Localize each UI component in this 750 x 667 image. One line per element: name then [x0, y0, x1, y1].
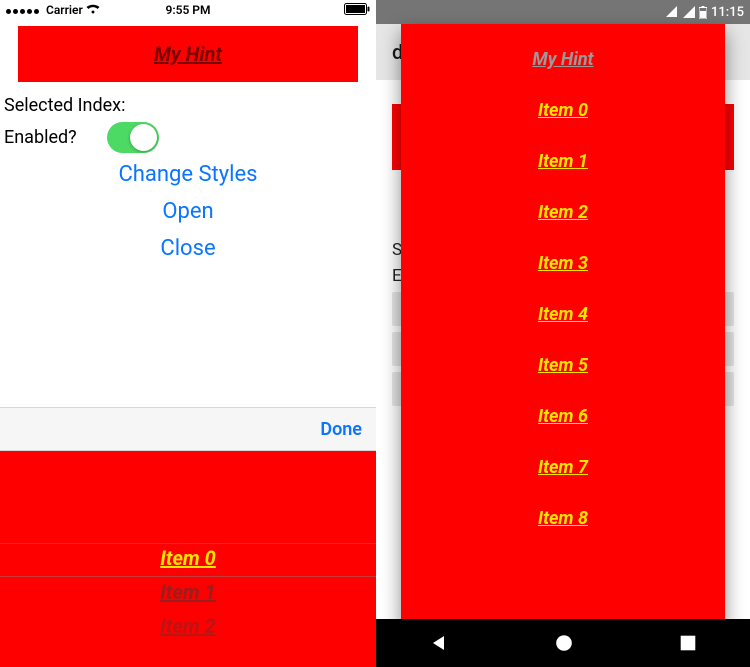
clock-label: 9:55 PM	[0, 3, 376, 17]
battery-icon	[699, 6, 707, 19]
list-item[interactable]: Item 6	[538, 391, 588, 442]
dropdown-hint[interactable]: My Hint	[532, 34, 593, 85]
list-item[interactable]: Item 5	[538, 340, 588, 391]
android-screen: x 11:15 demo Sele Enal My Hint Item 0 It…	[376, 0, 750, 667]
signal-icon	[683, 6, 695, 18]
android-nav-bar	[376, 619, 750, 667]
network-x-icon: x	[665, 6, 679, 18]
picker-toolbar: Done	[0, 407, 376, 451]
selected-index-label: Selected Index:	[0, 92, 376, 119]
list-item[interactable]: Item 0	[538, 85, 588, 136]
list-item[interactable]: Item 3	[538, 238, 588, 289]
list-item[interactable]: Item 7	[538, 442, 588, 493]
clock-label: 11:15	[711, 5, 744, 20]
list-item[interactable]: Item 2	[538, 187, 588, 238]
change-styles-button[interactable]: Change Styles	[0, 156, 376, 193]
picker-item[interactable]: Item 2	[0, 609, 376, 643]
home-icon[interactable]	[555, 634, 573, 652]
done-button[interactable]: Done	[320, 419, 362, 440]
ios-picker[interactable]: Item 0 Item 1 Item 2	[0, 451, 376, 667]
back-icon[interactable]	[430, 634, 448, 652]
enabled-row: Enabled?	[0, 119, 376, 156]
ios-screen: Carrier 9:55 PM My Hint Selected Index: …	[0, 0, 376, 667]
android-dropdown-popup[interactable]: My Hint Item 0 Item 1 Item 2 Item 3 Item…	[401, 24, 725, 627]
list-item[interactable]: Item 8	[538, 493, 588, 544]
picker-item[interactable]: Item 1	[0, 575, 376, 609]
android-dropdown-list: My Hint Item 0 Item 1 Item 2 Item 3 Item…	[401, 24, 725, 544]
list-item[interactable]: Item 1	[538, 136, 588, 187]
close-button[interactable]: Close	[0, 230, 376, 267]
enabled-switch[interactable]	[107, 122, 159, 153]
svg-text:x: x	[667, 7, 670, 14]
ios-status-bar: Carrier 9:55 PM	[0, 0, 376, 20]
picker-item[interactable]: Item 0	[0, 541, 376, 575]
enabled-label: Enabled?	[4, 127, 77, 148]
android-status-bar: x 11:15	[376, 0, 750, 24]
list-item[interactable]: Item 4	[538, 289, 588, 340]
hint-text: My Hint	[154, 42, 222, 66]
recent-icon[interactable]	[680, 635, 696, 651]
open-button[interactable]: Open	[0, 193, 376, 230]
hint-dropdown[interactable]: My Hint	[18, 26, 358, 82]
